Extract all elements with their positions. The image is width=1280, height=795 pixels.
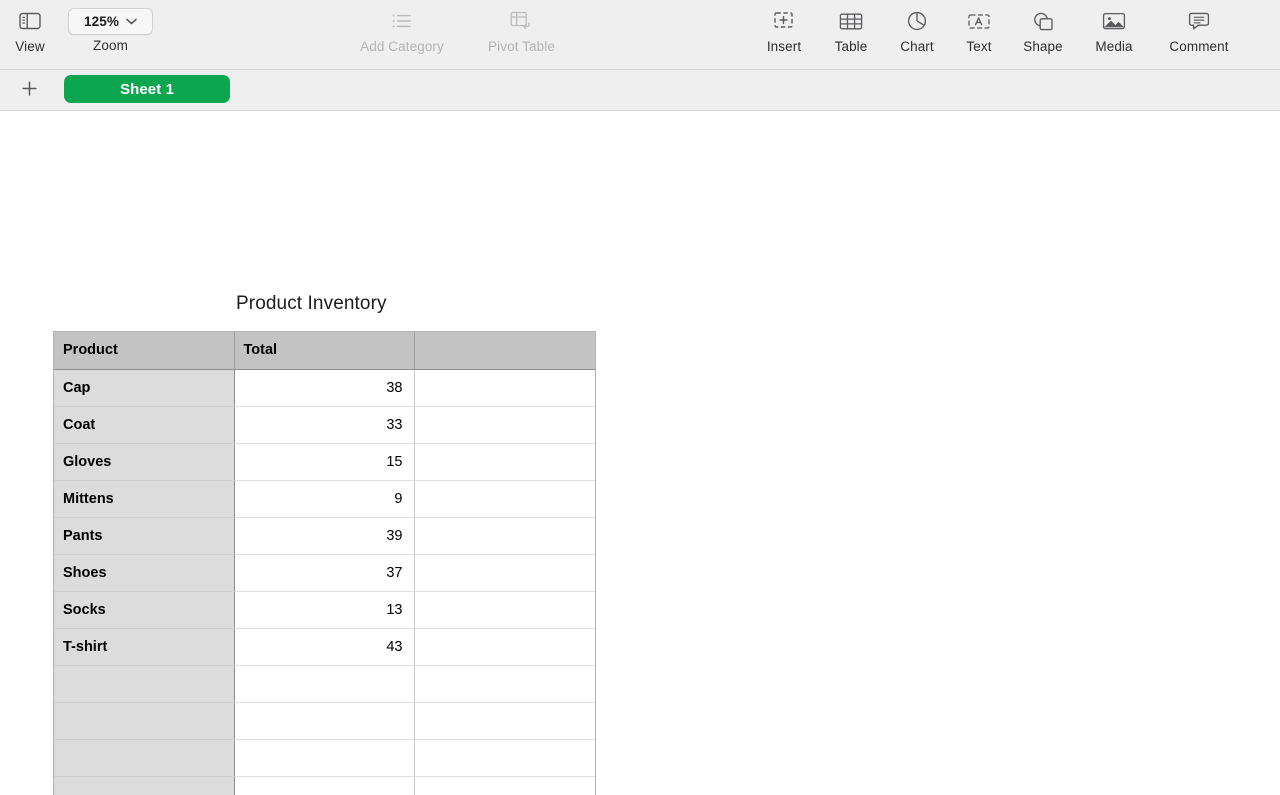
- cell-extra[interactable]: [414, 369, 595, 406]
- table-icon: [839, 6, 863, 36]
- toolbar-button-add-category[interactable]: Add Category: [339, 6, 465, 54]
- column-header-product[interactable]: Product: [54, 332, 234, 369]
- table-row-empty[interactable]: [54, 665, 595, 702]
- cell-extra[interactable]: [414, 665, 595, 702]
- cell-total[interactable]: [234, 702, 414, 739]
- cell-total[interactable]: 37: [234, 554, 414, 591]
- cell-extra[interactable]: [414, 554, 595, 591]
- cell-product[interactable]: Coat: [54, 406, 234, 443]
- cell-product[interactable]: T-shirt: [54, 628, 234, 665]
- toolbar-button-text[interactable]: Text: [950, 6, 1008, 54]
- cell-total[interactable]: [234, 739, 414, 776]
- cell-extra[interactable]: [414, 739, 595, 776]
- comment-icon: [1188, 6, 1210, 36]
- cell-total[interactable]: 33: [234, 406, 414, 443]
- table-row[interactable]: Socks 13: [54, 591, 595, 628]
- zoom-value: 125%: [84, 14, 119, 29]
- list-icon: [391, 6, 413, 36]
- cell-total[interactable]: 15: [234, 443, 414, 480]
- table-row-empty[interactable]: [54, 776, 595, 795]
- toolbar-button-pivot-table[interactable]: Pivot Table: [463, 6, 580, 54]
- zoom-dropdown-button[interactable]: 125%: [68, 8, 153, 35]
- toolbar-button-shape[interactable]: Shape: [1013, 6, 1073, 54]
- table-body: Product Total Cap 38 Coat 33 Gloves 15 M…: [54, 332, 595, 795]
- cell-product[interactable]: Pants: [54, 517, 234, 554]
- cell-total[interactable]: 9: [234, 480, 414, 517]
- pie-chart-icon: [906, 6, 928, 36]
- cell-product[interactable]: Socks: [54, 591, 234, 628]
- toolbar-label-zoom: Zoom: [93, 38, 128, 53]
- cell-product[interactable]: Cap: [54, 369, 234, 406]
- toolbar-label-pivot-table: Pivot Table: [488, 39, 555, 54]
- cell-extra[interactable]: [414, 443, 595, 480]
- table-row[interactable]: Coat 33: [54, 406, 595, 443]
- cell-product[interactable]: Mittens: [54, 480, 234, 517]
- toolbar-label-shape: Shape: [1023, 39, 1063, 54]
- media-image-icon: [1102, 6, 1126, 36]
- column-header-empty[interactable]: [414, 332, 595, 369]
- cell-product[interactable]: Shoes: [54, 554, 234, 591]
- insert-icon: [773, 6, 795, 36]
- cell-product[interactable]: Gloves: [54, 443, 234, 480]
- cell-product[interactable]: [54, 776, 234, 795]
- chevron-down-icon: [126, 18, 137, 25]
- cell-product[interactable]: [54, 739, 234, 776]
- cell-extra[interactable]: [414, 406, 595, 443]
- toolbar-label-add-category: Add Category: [360, 39, 444, 54]
- plus-icon: [21, 80, 38, 102]
- toolbar-button-comment[interactable]: Comment: [1155, 6, 1243, 54]
- table-row[interactable]: Gloves 15: [54, 443, 595, 480]
- toolbar-button-view[interactable]: View: [8, 6, 52, 54]
- shape-icon: [1032, 6, 1054, 36]
- toolbar-label-table: Table: [835, 39, 868, 54]
- table-title: Product Inventory: [236, 293, 387, 315]
- pivot-table-icon: [510, 6, 534, 36]
- cell-extra[interactable]: [414, 480, 595, 517]
- cell-product[interactable]: [54, 665, 234, 702]
- table-row[interactable]: T-shirt 43: [54, 628, 595, 665]
- cell-extra[interactable]: [414, 702, 595, 739]
- cell-total[interactable]: 39: [234, 517, 414, 554]
- cell-extra[interactable]: [414, 628, 595, 665]
- toolbar-label-insert: Insert: [767, 39, 801, 54]
- table-row[interactable]: Shoes 37: [54, 554, 595, 591]
- cell-product[interactable]: [54, 702, 234, 739]
- text-box-icon: [967, 6, 991, 36]
- sheet-tab-label: Sheet 1: [120, 81, 174, 98]
- toolbar-label-media: Media: [1095, 39, 1132, 54]
- table-row[interactable]: Cap 38: [54, 369, 595, 406]
- inventory-table[interactable]: Product Total Cap 38 Coat 33 Gloves 15 M…: [54, 332, 596, 795]
- cell-total[interactable]: 43: [234, 628, 414, 665]
- toolbar-label-text: Text: [966, 39, 991, 54]
- toolbar-label-comment: Comment: [1169, 39, 1228, 54]
- spreadsheet-canvas[interactable]: Product Inventory Product Total Cap 38 C…: [0, 111, 1280, 795]
- sheet-tab-sheet-1[interactable]: Sheet 1: [64, 75, 230, 103]
- table-row-empty[interactable]: [54, 702, 595, 739]
- cell-total[interactable]: [234, 665, 414, 702]
- table-row[interactable]: Pants 39: [54, 517, 595, 554]
- cell-total[interactable]: 38: [234, 369, 414, 406]
- table-header-row: Product Total: [54, 332, 595, 369]
- table-row-empty[interactable]: [54, 739, 595, 776]
- table-row[interactable]: Mittens 9: [54, 480, 595, 517]
- toolbar-button-table[interactable]: Table: [822, 6, 880, 54]
- toolbar-button-media[interactable]: Media: [1083, 6, 1145, 54]
- toolbar-label-chart: Chart: [900, 39, 934, 54]
- cell-extra[interactable]: [414, 517, 595, 554]
- toolbar-button-insert[interactable]: Insert: [755, 6, 813, 54]
- toolbar-label-view: View: [15, 39, 44, 54]
- cell-extra[interactable]: [414, 591, 595, 628]
- sidebar-icon: [19, 6, 41, 36]
- add-sheet-button[interactable]: [18, 80, 40, 102]
- toolbar: View 125% Zoom Add Category: [0, 0, 1280, 70]
- cell-extra[interactable]: [414, 776, 595, 795]
- column-header-total[interactable]: Total: [234, 332, 414, 369]
- cell-total[interactable]: 13: [234, 591, 414, 628]
- toolbar-button-chart[interactable]: Chart: [888, 6, 946, 54]
- cell-total[interactable]: [234, 776, 414, 795]
- zoom-control[interactable]: 125% Zoom: [68, 8, 153, 53]
